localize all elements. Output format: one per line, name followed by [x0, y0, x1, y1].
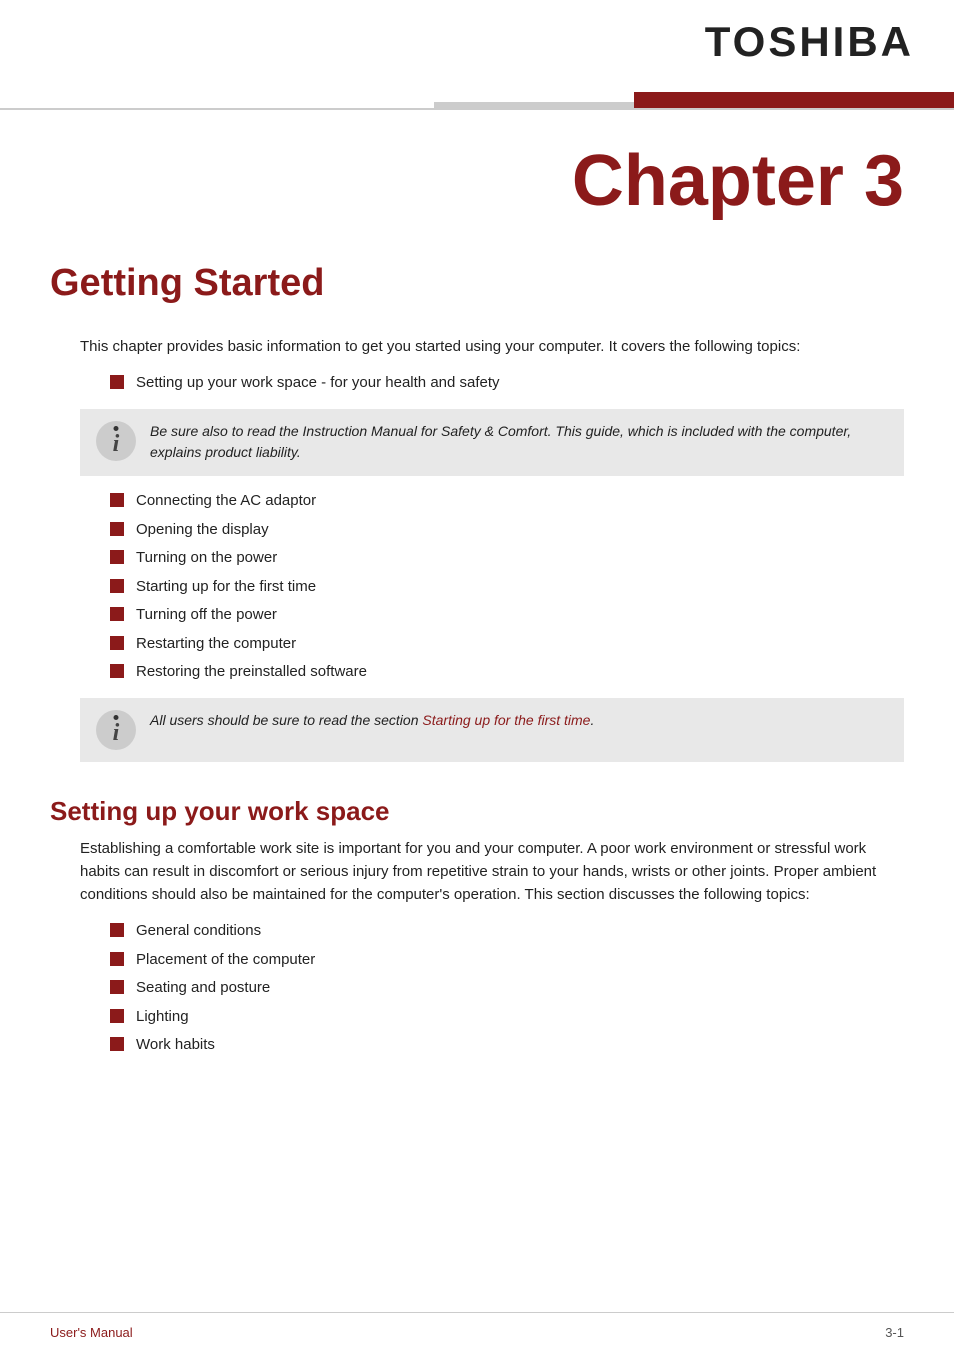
topic-text: Restoring the preinstalled software — [136, 661, 367, 684]
page-header: TOSHIBA — [0, 0, 954, 110]
info-icon-1: i — [96, 421, 136, 461]
bullet-icon — [110, 636, 124, 650]
note2-text-after: . — [590, 712, 594, 728]
chapter-section: Chapter 3 — [0, 110, 954, 232]
topic-text: Turning on the power — [136, 547, 277, 570]
list-item: Lighting — [110, 1006, 904, 1029]
bullet-icon — [110, 664, 124, 678]
bullet-icon — [110, 980, 124, 994]
intro-text: This chapter provides basic information … — [80, 335, 904, 358]
info-box-1: i Be sure also to read the Instruction M… — [80, 409, 904, 476]
bullet-icon — [110, 375, 124, 389]
list-item: Connecting the AC adaptor — [110, 490, 904, 513]
list-item: Placement of the computer — [110, 949, 904, 972]
list-item: Setting up your work space - for your he… — [110, 372, 904, 395]
footer-manual-label: User's Manual — [50, 1325, 133, 1340]
starting-up-link[interactable]: Starting up for the first time — [422, 712, 590, 728]
workspace-section-heading: Setting up your work space — [0, 776, 954, 837]
workspace-topic-text: Placement of the computer — [136, 949, 315, 972]
getting-started-heading: Getting Started — [0, 242, 954, 335]
topics-after-note-list: Connecting the AC adaptor Opening the di… — [110, 490, 904, 684]
info-icon-2: i — [96, 710, 136, 750]
bullet-icon — [110, 522, 124, 536]
list-item: Starting up for the first time — [110, 576, 904, 599]
bullet-icon — [110, 952, 124, 966]
workspace-section-content: Establishing a comfortable work site is … — [0, 837, 954, 1057]
bullet-icon — [110, 923, 124, 937]
bullet-icon — [110, 550, 124, 564]
workspace-topic-text: General conditions — [136, 920, 261, 943]
list-item: Work habits — [110, 1034, 904, 1057]
workspace-topic-text: Work habits — [136, 1034, 215, 1057]
note2-text-before: All users should be sure to read the sec… — [150, 712, 422, 728]
info-box-2: i All users should be sure to read the s… — [80, 698, 904, 762]
list-item: Restoring the preinstalled software — [110, 661, 904, 684]
header-thin-bar — [434, 102, 634, 108]
topic-text: Setting up your work space - for your he… — [136, 372, 500, 395]
list-item: Opening the display — [110, 519, 904, 542]
topic-text: Starting up for the first time — [136, 576, 316, 599]
toshiba-logo: TOSHIBA — [705, 18, 914, 66]
workspace-description: Establishing a comfortable work site is … — [80, 837, 904, 907]
bullet-icon — [110, 579, 124, 593]
topic-text: Restarting the computer — [136, 633, 296, 656]
intro-content: This chapter provides basic information … — [0, 335, 954, 762]
page-footer: User's Manual 3-1 — [0, 1312, 954, 1352]
list-item: Seating and posture — [110, 977, 904, 1000]
topic-text: Opening the display — [136, 519, 269, 542]
workspace-topic-text: Seating and posture — [136, 977, 270, 1000]
topic-text: Turning off the power — [136, 604, 277, 627]
list-item: Restarting the computer — [110, 633, 904, 656]
workspace-topics-list: General conditions Placement of the comp… — [110, 920, 904, 1057]
chapter-title: Chapter 3 — [50, 140, 904, 222]
info-icon-letter: i — [113, 431, 120, 458]
list-item: Turning off the power — [110, 604, 904, 627]
workspace-topic-text: Lighting — [136, 1006, 189, 1029]
info-note-1-text: Be sure also to read the Instruction Man… — [150, 421, 888, 464]
bullet-icon — [110, 1009, 124, 1023]
bullet-icon — [110, 493, 124, 507]
list-item: Turning on the power — [110, 547, 904, 570]
info-icon-letter-2: i — [113, 720, 120, 747]
info-note-2-text: All users should be sure to read the sec… — [150, 710, 594, 732]
bullet-icon — [110, 1037, 124, 1051]
topic-text: Connecting the AC adaptor — [136, 490, 316, 513]
bullet-icon — [110, 607, 124, 621]
header-red-bar — [634, 92, 954, 108]
topics-before-note-list: Setting up your work space - for your he… — [110, 372, 904, 395]
footer-page-number: 3-1 — [885, 1325, 904, 1340]
list-item: General conditions — [110, 920, 904, 943]
